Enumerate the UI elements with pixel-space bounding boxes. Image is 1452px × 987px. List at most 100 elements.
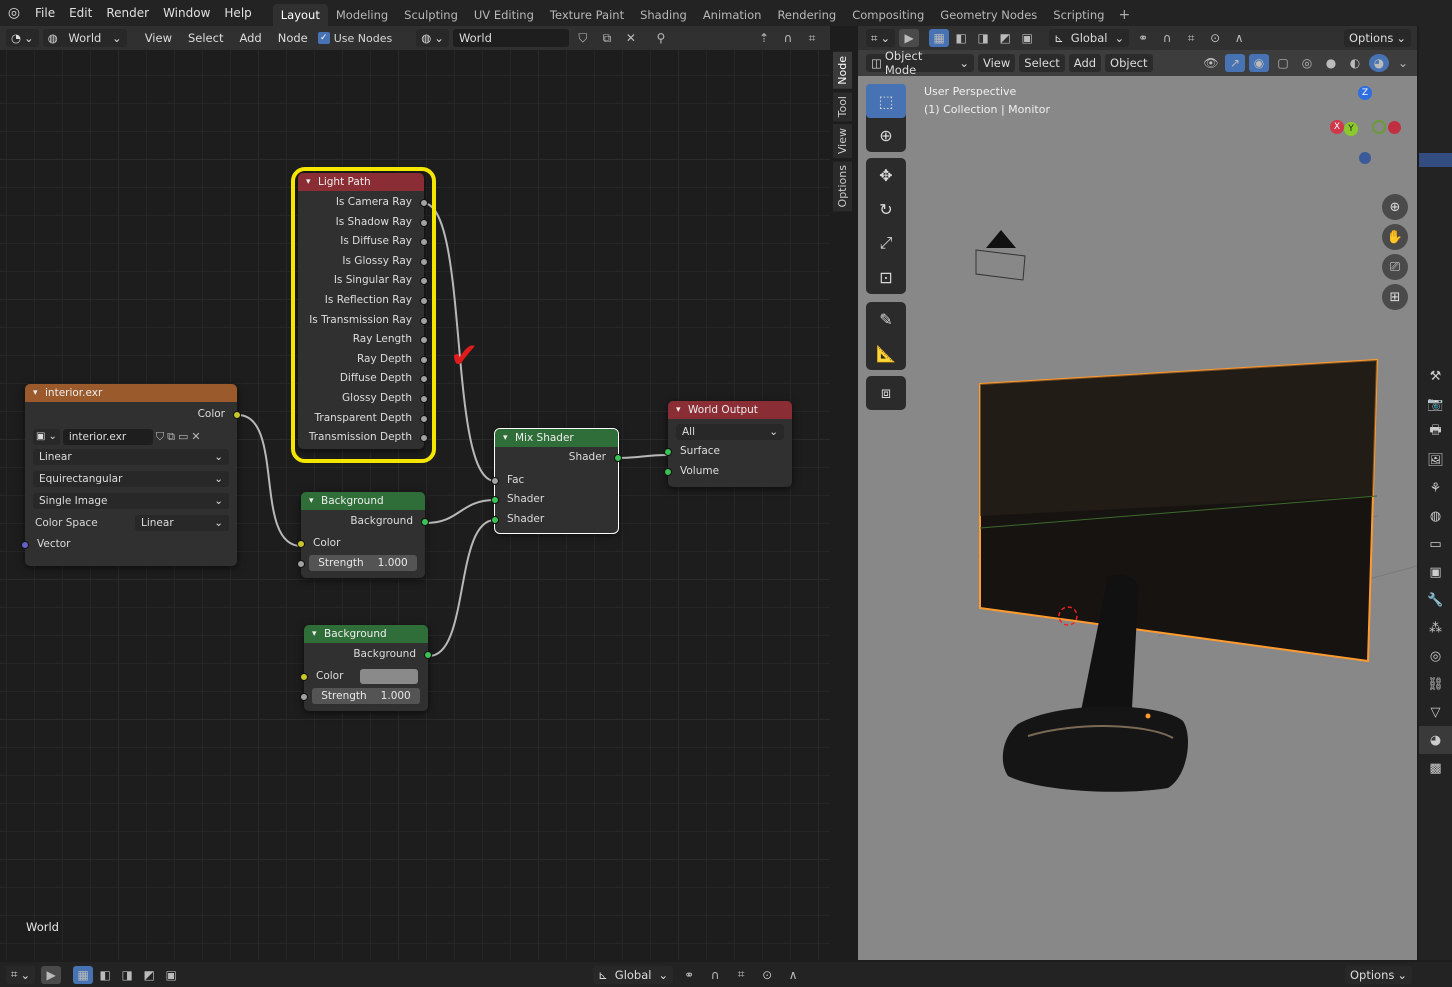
axis-y-icon[interactable]: Y xyxy=(1344,122,1358,136)
tab-animation[interactable]: Animation xyxy=(695,4,770,26)
parent-node-tree-icon[interactable]: ⇡ xyxy=(754,29,774,47)
close-icon[interactable]: ✕ xyxy=(191,430,200,443)
socket[interactable] xyxy=(297,560,305,569)
node-background-1[interactable]: Background Background Color Strength 1.00… xyxy=(297,492,429,578)
duplicate-icon[interactable]: ⧉ xyxy=(597,29,617,47)
socket[interactable] xyxy=(300,693,308,702)
sidebar-tab-tool[interactable]: Tool xyxy=(833,91,852,122)
select-intersect-icon[interactable]: ▣ xyxy=(161,966,181,984)
socket[interactable] xyxy=(420,257,428,266)
snap-magnet-icon[interactable]: ∩ xyxy=(778,29,798,47)
tab-shading[interactable]: Shading xyxy=(632,4,695,26)
node-title[interactable]: World Output xyxy=(668,401,792,419)
menu-view[interactable]: View xyxy=(139,31,178,45)
node-world-output[interactable]: World Output All ⌄ Surface Volume xyxy=(664,401,792,487)
node-editor[interactable]: ◔ ⌄ ◍ World ⌄ View Select Add Node ✓ Use … xyxy=(0,26,830,960)
axis-z-icon[interactable]: Z xyxy=(1358,86,1372,100)
select-new-icon[interactable]: ▦ xyxy=(73,965,94,984)
sidebar-tab-view[interactable]: View xyxy=(833,124,852,159)
socket[interactable] xyxy=(491,496,499,505)
strength-field[interactable]: Strength 1.000 xyxy=(309,555,417,572)
select-intersect-icon[interactable]: ▣ xyxy=(1017,29,1037,47)
pin-icon[interactable]: ⚲ xyxy=(651,29,671,47)
falloff-icon[interactable]: ∧ xyxy=(783,966,803,984)
navigation-gizmo[interactable]: Z X Y xyxy=(1328,84,1401,164)
select-extend-icon[interactable]: ◧ xyxy=(95,966,115,984)
node-background-2[interactable]: Background Background Color Strength 1.00… xyxy=(300,625,432,711)
image-name-field[interactable]: interior.exr xyxy=(62,428,153,445)
close-icon[interactable]: ✕ xyxy=(621,29,641,47)
sidebar-tab-options[interactable]: Options xyxy=(833,161,852,212)
axis-neg-z-icon[interactable] xyxy=(1359,152,1371,164)
viewport-scene[interactable]: User Perspective (1) Collection | Monito… xyxy=(858,76,1417,960)
scale-tool-icon[interactable]: ⤢ xyxy=(866,226,906,260)
pivot-icon[interactable]: ⚭ xyxy=(679,966,699,984)
move-tool-icon[interactable]: ✥ xyxy=(866,158,906,192)
select-new-icon[interactable]: ▦ xyxy=(929,29,950,47)
open-folder-icon[interactable]: ▭ xyxy=(178,430,188,443)
tab-scripting[interactable]: Scripting xyxy=(1045,4,1112,26)
socket[interactable] xyxy=(420,394,428,403)
proportional-edit-icon[interactable]: ⊙ xyxy=(757,966,777,984)
render-props-icon[interactable]: 📷 xyxy=(1419,390,1452,418)
transform-tool-icon[interactable]: ⊡ xyxy=(866,260,906,294)
socket[interactable] xyxy=(420,296,428,305)
object-props-icon[interactable]: ▣ xyxy=(1419,558,1452,586)
node-mix-shader[interactable]: Mix Shader Shader Fac Shader Shader xyxy=(491,428,622,534)
menu-view[interactable]: View xyxy=(978,54,1016,72)
overlay-icon[interactable]: ◉ xyxy=(1249,54,1269,72)
tab-texture-paint[interactable]: Texture Paint xyxy=(542,4,632,26)
select-invert-icon[interactable]: ◩ xyxy=(995,29,1015,47)
view-layer-props-icon[interactable]: 🖼 xyxy=(1419,446,1452,474)
gizmo-icon[interactable]: ↗ xyxy=(1225,54,1245,72)
transform-orientation-dropdown[interactable]: ⊾ Global ⌄ xyxy=(1049,29,1130,47)
collection-props-icon[interactable]: ▭ xyxy=(1419,530,1452,558)
scene-props-icon[interactable]: ⚘ xyxy=(1419,474,1452,502)
camera-view-icon[interactable]: ⎚ xyxy=(1382,254,1408,280)
socket[interactable] xyxy=(21,540,29,549)
select-tool-icon[interactable]: ▶ xyxy=(41,965,62,984)
select-subtract-icon[interactable]: ◨ xyxy=(973,29,993,47)
socket[interactable] xyxy=(491,515,499,524)
constraints-props-icon[interactable]: ⛓ xyxy=(1419,670,1452,698)
socket[interactable] xyxy=(420,199,428,207)
menu-window[interactable]: Window xyxy=(156,0,217,26)
strength-field[interactable]: Strength 1.000 xyxy=(312,688,420,705)
color-space-dropdown[interactable]: Linear ⌄ xyxy=(135,514,229,531)
ortho-grid-icon[interactable]: ⊞ xyxy=(1382,284,1408,310)
menu-add[interactable]: Add xyxy=(233,31,267,45)
axis-neg-y-icon[interactable] xyxy=(1372,120,1386,134)
modifier-props-icon[interactable]: 🔧 xyxy=(1419,586,1452,614)
visibility-eye-icon[interactable]: 👁 xyxy=(1201,54,1221,72)
options-dropdown[interactable]: Options ⌄ xyxy=(1344,965,1412,984)
wireframe-shading-icon[interactable]: ◎ xyxy=(1297,54,1317,72)
texture-props-icon[interactable]: ▩ xyxy=(1419,754,1452,782)
material-props-icon[interactable]: ◕ xyxy=(1419,726,1452,754)
node-title[interactable]: Background xyxy=(304,625,428,643)
solid-shading-icon[interactable]: ● xyxy=(1321,54,1341,72)
node-light-path[interactable]: Light Path Is Camera Ray Is Shadow Ray I… xyxy=(298,173,428,449)
shader-type-dropdown[interactable]: ◍ World ⌄ xyxy=(42,29,127,47)
physics-props-icon[interactable]: ◎ xyxy=(1419,642,1452,670)
menu-select[interactable]: Select xyxy=(1019,54,1065,72)
menu-render[interactable]: Render xyxy=(99,0,156,26)
transform-orientation-dropdown[interactable]: ⊾ Global ⌄ xyxy=(593,965,674,984)
snap-options-icon[interactable]: ⌗ xyxy=(802,29,822,47)
target-dropdown[interactable]: All ⌄ xyxy=(676,424,784,440)
cursor-tool-icon[interactable]: ⊕ xyxy=(866,118,906,152)
snap-options-icon[interactable]: ⌗ xyxy=(1181,29,1201,47)
snap-magnet-icon[interactable]: ∩ xyxy=(1157,29,1177,47)
socket[interactable] xyxy=(420,355,428,364)
pan-hand-icon[interactable]: ✋ xyxy=(1382,224,1408,250)
menu-help[interactable]: Help xyxy=(217,0,258,26)
menu-add[interactable]: Add xyxy=(1068,54,1102,72)
rotate-tool-icon[interactable]: ↻ xyxy=(866,192,906,226)
source-dropdown[interactable]: Single Image ⌄ xyxy=(33,492,229,509)
tab-uv-editing[interactable]: UV Editing xyxy=(466,4,542,26)
select-subtract-icon[interactable]: ◨ xyxy=(117,966,137,984)
proportional-edit-icon[interactable]: ⊙ xyxy=(1205,29,1225,47)
world-browse-button[interactable]: ◍ ⌄ xyxy=(416,29,449,47)
socket[interactable] xyxy=(421,518,429,526)
camera-object[interactable] xyxy=(975,249,1026,281)
editor-type-button[interactable]: ◔ ⌄ xyxy=(6,29,39,47)
